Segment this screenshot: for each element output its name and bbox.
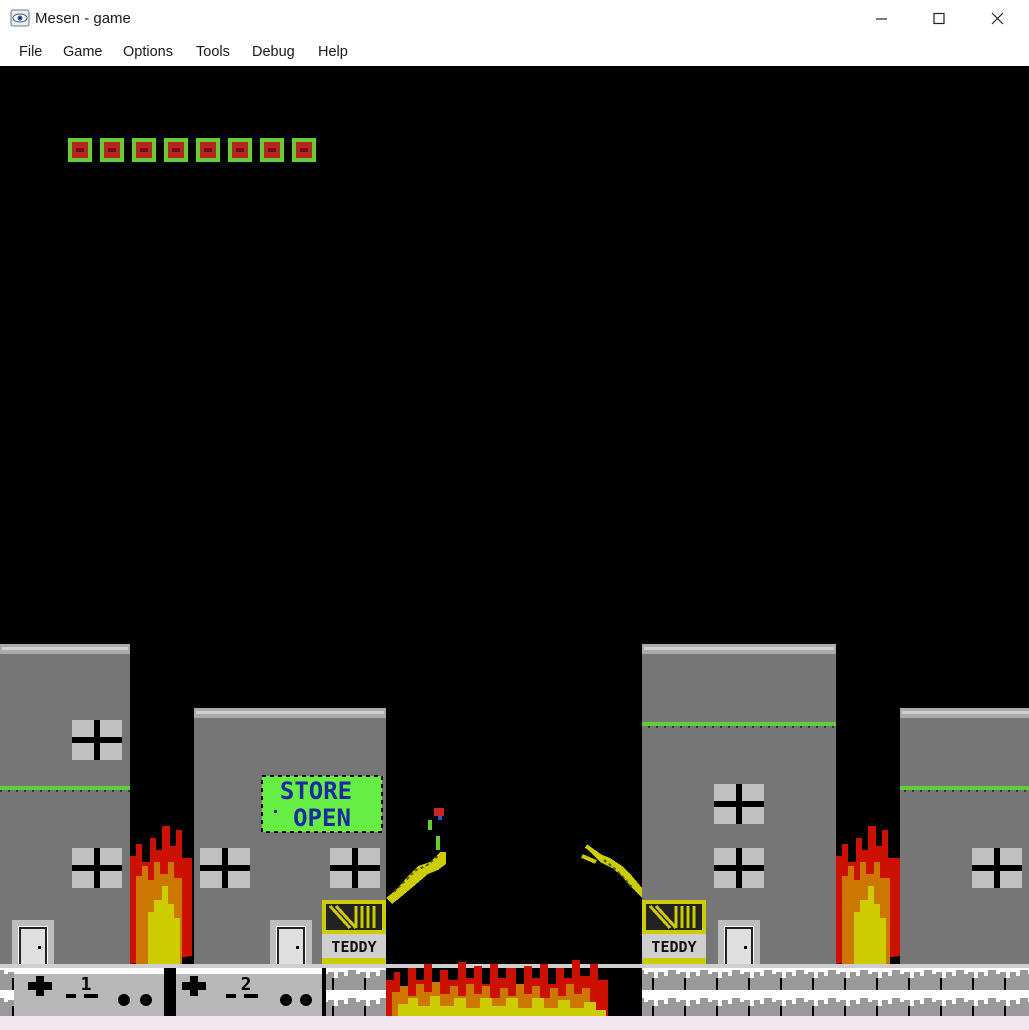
controller-1-panel: 1	[14, 968, 164, 1016]
left-arm	[386, 808, 446, 904]
game-screen[interactable]: TEDDY STORE OPEN TEDDY 1 2	[0, 66, 1029, 1016]
close-icon	[991, 12, 1004, 25]
fire-left	[130, 826, 192, 964]
window-icon	[330, 848, 380, 888]
window-icon	[72, 848, 122, 888]
window-title: Mesen - game	[35, 10, 131, 27]
menu-debug[interactable]: Debug	[252, 44, 295, 60]
right-arm	[581, 844, 642, 898]
maximize-button[interactable]	[910, 0, 968, 38]
sign-line-2: OPEN	[293, 804, 351, 832]
minimize-icon	[876, 18, 887, 20]
life-icon	[228, 138, 252, 162]
shop-label: TEDDY	[651, 938, 696, 956]
life-icon	[132, 138, 156, 162]
building-right-center: TEDDY	[642, 644, 836, 967]
window-icon	[72, 720, 122, 760]
store-open-sign: STORE OPEN	[261, 775, 383, 833]
life-icon	[260, 138, 284, 162]
life-icon	[164, 138, 188, 162]
title-bar: Mesen - game	[0, 0, 1029, 38]
life-icon	[196, 138, 220, 162]
window-icon	[972, 848, 1022, 888]
fire-pit	[386, 960, 608, 1016]
menu-options[interactable]: Options	[123, 44, 173, 60]
close-button[interactable]	[968, 0, 1026, 38]
window-icon	[714, 848, 764, 888]
shop-label: TEDDY	[331, 938, 376, 956]
building-store: TEDDY	[194, 708, 386, 967]
window-icon	[714, 784, 764, 824]
controller-1-number: 1	[81, 974, 92, 995]
menu-help[interactable]: Help	[318, 44, 348, 60]
menu-tools[interactable]: Tools	[196, 44, 230, 60]
door-icon	[270, 920, 312, 967]
snow-ground	[326, 968, 386, 1016]
controller-2-number: 2	[241, 974, 252, 995]
menu-bar: File Game Options Tools Debug Help	[0, 38, 1029, 66]
life-icon	[292, 138, 316, 162]
menu-file[interactable]: File	[19, 44, 42, 60]
controller-2-panel: 2	[176, 968, 322, 1016]
life-icon	[100, 138, 124, 162]
snow-ground	[642, 968, 1029, 1016]
life-icon	[68, 138, 92, 162]
fire-right	[836, 826, 900, 964]
window-icon	[200, 848, 250, 888]
door-icon	[718, 920, 760, 967]
building-left	[0, 644, 130, 967]
maximize-icon	[933, 12, 945, 25]
sign-line-1: STORE	[280, 777, 352, 805]
game-canvas: TEDDY STORE OPEN TEDDY 1 2	[0, 138, 1029, 1016]
lives-indicator	[68, 138, 316, 162]
minimize-button[interactable]	[852, 0, 910, 38]
shop-front: TEDDY	[322, 900, 386, 964]
shop-front: TEDDY	[642, 900, 706, 964]
mesen-eye-icon	[10, 9, 30, 27]
building-right	[900, 708, 1029, 964]
menu-game[interactable]: Game	[63, 44, 103, 60]
door-icon	[12, 920, 54, 967]
desktop-strip	[0, 1016, 1029, 1030]
